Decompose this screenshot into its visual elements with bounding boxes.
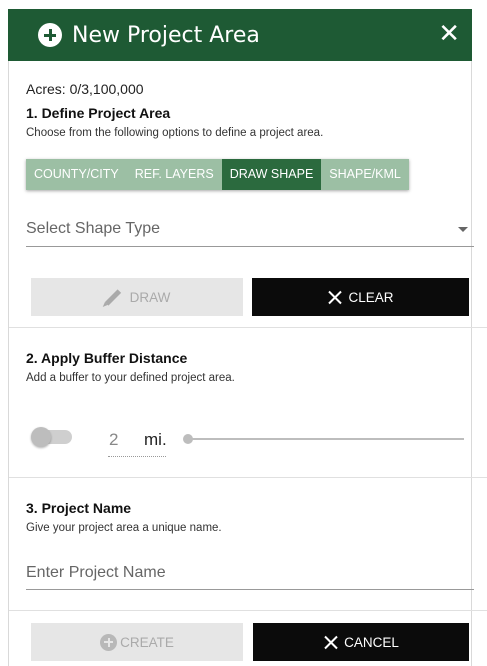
tab-ref-layers[interactable]: REF. LAYERS xyxy=(126,159,222,190)
cancel-button-label: CANCEL xyxy=(344,634,399,650)
create-button-label: CREATE xyxy=(120,634,174,650)
panel-left-border xyxy=(8,61,9,666)
shape-type-select[interactable]: Select Shape Type xyxy=(26,212,474,247)
tab-draw-shape[interactable]: DRAW SHAPE xyxy=(221,159,322,190)
section2-description: Add a buffer to your defined project are… xyxy=(26,372,235,384)
section3-description: Give your project area a unique name. xyxy=(26,522,222,534)
chevron-down-icon xyxy=(458,227,468,232)
add-circle-icon xyxy=(100,633,118,651)
clear-button-label: CLEAR xyxy=(348,289,394,305)
toggle-knob xyxy=(31,427,51,447)
slider-thumb[interactable] xyxy=(183,434,193,444)
new-project-area-panel: New Project Area ✕ Acres: 0/3,100,000 1.… xyxy=(0,0,487,666)
define-method-tabs: COUNTY/CITY REF. LAYERS DRAW SHAPE SHAPE… xyxy=(26,159,409,190)
draw-button[interactable]: DRAW xyxy=(31,278,243,316)
divider xyxy=(9,327,487,328)
buffer-value: 2 xyxy=(109,430,119,449)
buffer-distance-field[interactable]: 2 mi. xyxy=(108,428,167,457)
draw-button-label: DRAW xyxy=(129,289,171,305)
divider xyxy=(9,610,487,611)
clear-button[interactable]: CLEAR xyxy=(252,278,469,316)
divider xyxy=(9,477,487,478)
buffer-unit: mi. xyxy=(144,430,167,449)
tab-shape-kml[interactable]: SHAPE/KML xyxy=(321,159,409,190)
create-button[interactable]: CREATE xyxy=(31,623,243,661)
section1-heading: 1. Define Project Area xyxy=(26,105,171,121)
close-icon xyxy=(323,635,338,650)
panel-header: New Project Area ✕ xyxy=(8,9,472,61)
acres-counter: Acres: 0/3,100,000 xyxy=(26,81,144,97)
close-icon xyxy=(327,290,342,305)
buffer-slider[interactable] xyxy=(183,434,464,444)
pencil-icon xyxy=(104,288,121,306)
cancel-button[interactable]: CANCEL xyxy=(253,623,469,661)
section3-heading: 3. Project Name xyxy=(26,500,132,516)
close-icon[interactable]: ✕ xyxy=(438,19,460,49)
section2-heading: 2. Apply Buffer Distance xyxy=(26,350,188,366)
project-name-input[interactable]: Enter Project Name xyxy=(26,559,474,590)
add-circle-icon xyxy=(38,23,62,47)
section1-description: Choose from the following options to def… xyxy=(26,127,324,139)
shape-type-placeholder: Select Shape Type xyxy=(26,220,161,237)
project-name-placeholder: Enter Project Name xyxy=(26,564,166,581)
buffer-toggle[interactable] xyxy=(31,427,72,447)
tab-county-city[interactable]: COUNTY/CITY xyxy=(26,159,127,190)
panel-title: New Project Area xyxy=(72,22,260,48)
